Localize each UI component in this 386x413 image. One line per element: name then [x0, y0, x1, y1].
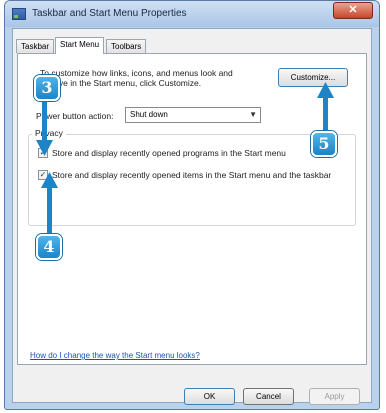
close-button[interactable]: ✕: [333, 2, 373, 19]
tab-taskbar[interactable]: Taskbar: [16, 39, 55, 53]
start-menu-help-link[interactable]: How do I change the way the Start menu l…: [30, 351, 200, 360]
cancel-button[interactable]: Cancel: [243, 388, 294, 405]
apply-button[interactable]: Apply: [309, 388, 360, 405]
callout-badge-5: 5: [311, 131, 337, 157]
properties-window: Taskbar and Start Menu Properties ✕ Task…: [4, 0, 380, 410]
taskbar-app-icon: [12, 8, 26, 20]
tab-start-menu[interactable]: Start Menu: [55, 37, 105, 54]
callout-badge-3: 3: [34, 75, 60, 101]
power-button-select[interactable]: Shut down ▼: [125, 107, 261, 123]
customize-description: To customize how links, icons, and menus…: [40, 68, 233, 88]
chevron-down-icon: ▼: [249, 110, 257, 119]
power-button-value: Shut down: [130, 110, 168, 119]
start-menu-tab-page: To customize how links, icons, and menus…: [17, 53, 367, 365]
callout-badge-4: 4: [36, 234, 62, 260]
ok-button[interactable]: OK: [184, 388, 235, 405]
customize-button[interactable]: Customize...: [278, 68, 348, 87]
title-bar[interactable]: Taskbar and Start Menu Properties ✕: [5, 1, 379, 27]
window-title: Taskbar and Start Menu Properties: [32, 8, 187, 19]
privacy-group-title: Privacy: [32, 128, 66, 138]
close-icon: ✕: [348, 4, 358, 16]
tab-toolbars[interactable]: Toolbars: [106, 39, 147, 53]
recent-items-label: Store and display recently opened items …: [52, 170, 332, 180]
power-button-label: Power button action:: [36, 111, 114, 121]
